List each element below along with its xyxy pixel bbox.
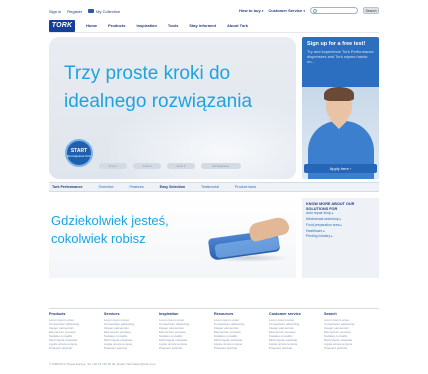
hero-section: Trzy proste kroki do idealnego rozwiązan… (49, 37, 379, 179)
section-tabs: Tork Performance Overview Features Easy … (49, 182, 379, 192)
footer-column-heading[interactable]: Inspiration (159, 312, 214, 316)
footer-column-heading[interactable]: Customer service (269, 312, 324, 316)
footer-link[interactable]: Praesent pulvinar (49, 346, 104, 350)
tork-logo[interactable]: TORK (49, 19, 75, 32)
tab-product-facts[interactable]: Product facts (235, 185, 256, 189)
page: Sign in Register My Collection How to bu… (49, 6, 379, 368)
arrow-right-icon: ▸ (339, 217, 342, 222)
tab-testimonial[interactable]: Testimonial (201, 185, 219, 189)
solution-link-auto-repair[interactable]: Auto repair shop ▸ (306, 211, 375, 216)
how-to-buy-label: How to buy (239, 8, 261, 13)
solution-link-mechanical[interactable]: Mechanical workshop ▸ (306, 217, 375, 222)
footer-column-heading[interactable]: Services (104, 312, 159, 316)
nav-item-about-tork[interactable]: About Tork (227, 23, 248, 28)
footer-links: Products Lorem ipsum amet Consectetur adip… (49, 308, 379, 354)
footer-column: Inspiration Lorem ipsum amet Consectetur a… (159, 312, 214, 354)
footer-link[interactable]: Praesent pulvinar (159, 346, 214, 350)
solutions-list-panel: KNOW MORE ABOUT OUR SOLUTIONS FOR Auto r… (302, 198, 379, 278)
apply-here-button[interactable]: Apply here › (304, 164, 377, 173)
solution-link-label: Printing industry (306, 234, 331, 239)
tab-overview[interactable]: Overview (99, 185, 114, 189)
solution-link-label: Auto repair shop (306, 211, 331, 216)
footer-column: Resources Lorem ipsum amet Consectetur adi… (214, 312, 269, 354)
hero-banner: Trzy proste kroki do idealnego rozwiązan… (49, 37, 296, 179)
solution-link-healthcare[interactable]: Healthcare ▸ (306, 229, 375, 234)
chevron-down-icon: ▾ (261, 9, 264, 13)
nav-item-products[interactable]: Products (108, 23, 125, 28)
solution-link-label: Mechanical workshop (306, 217, 339, 222)
customer-service-dropdown[interactable]: Customer Service ▾ (268, 8, 305, 13)
tab-easy-selection[interactable]: Easy Selection (160, 185, 185, 189)
arrow-right-icon: ▸ (323, 228, 325, 233)
my-collection-link[interactable]: My Collection (88, 9, 120, 14)
sign-in-link[interactable]: Sign in (49, 9, 61, 14)
start-sublabel: Rozwiązania Tork (67, 154, 91, 158)
solutions-section: Gdziekolwiek jesteś, cokolwiek robisz KN… (49, 198, 379, 278)
solution-link-printing[interactable]: Printing industry ▸ (306, 234, 375, 239)
footer-link[interactable]: Praesent pulvinar (104, 346, 159, 350)
search-button[interactable]: Search (363, 7, 379, 14)
my-collection-label: My Collection (96, 8, 121, 14)
footer-column-heading[interactable]: Products (49, 312, 104, 316)
footer-link[interactable]: Praesent pulvinar (269, 346, 324, 350)
footer-column: Services Lorem ipsum amet Consectetur adip… (104, 312, 159, 354)
footer-column: Search Lorem ipsum amet Consectetur adipis… (324, 312, 379, 354)
step-3-tab[interactable]: Krok 3 (167, 163, 195, 169)
wiping-hand-image (199, 215, 294, 264)
arrow-right-icon: ▸ (331, 211, 334, 216)
solution-link-label: Healthcare (306, 228, 323, 233)
promo-text: Try and experience Tork Performance disp… (307, 49, 374, 64)
solutions-banner: Gdziekolwiek jesteś, cokolwiek robisz (49, 198, 296, 278)
solution-link-food-prep[interactable]: Food preparation area ▸ (306, 223, 375, 228)
solutions-list-title: KNOW MORE ABOUT OUR SOLUTIONS FOR (306, 202, 355, 211)
nav-item-inspiration[interactable]: Inspiration (136, 23, 156, 28)
arrow-right-icon: ▸ (331, 234, 333, 239)
top-right-group: How to buy ▾ Customer Service ▾ Search (239, 7, 379, 14)
how-to-buy-dropdown[interactable]: How to buy ▾ (239, 8, 263, 13)
search-input[interactable] (310, 7, 358, 14)
promo-title: Sign up for a free test! (307, 41, 366, 47)
apply-label: Apply here (329, 166, 349, 171)
step-indicators: Krok 1 Krok 2 Krok 3 Rozwiązanie (99, 163, 241, 169)
footer-column-heading[interactable]: Resources (214, 312, 269, 316)
search-icon (313, 9, 317, 13)
chevron-down-icon: ▾ (303, 9, 305, 13)
copyright-text: © 2008 SCA Tissue Europe. Tel +46 31 746… (49, 362, 156, 366)
footer-link[interactable]: Praesent pulvinar (324, 346, 379, 350)
nav-item-home[interactable]: Home (86, 23, 97, 28)
solutions-title: Gdziekolwiek jesteś, cokolwiek robisz (51, 213, 169, 246)
nurse-hair (324, 87, 354, 101)
register-link[interactable]: Register (67, 9, 82, 14)
start-button[interactable]: START Rozwiązania Tork (65, 139, 93, 167)
collection-icon (88, 9, 95, 13)
footer-column: Customer service Lorem ipsum amet Consecte… (269, 312, 324, 354)
arrow-right-icon: › (348, 166, 352, 171)
main-navigation: TORK Home Products Inspiration Tools Sta… (49, 19, 379, 33)
tab-features[interactable]: Features (129, 185, 143, 189)
nav-item-stay-informed[interactable]: Stay informed (189, 23, 216, 28)
solution-link-label: Food preparation area (306, 222, 340, 227)
promo-panel: Sign up for a free test! Try and experie… (302, 37, 379, 179)
step-2-tab[interactable]: Krok 2 (133, 163, 161, 169)
solution-tab[interactable]: Rozwiązanie (201, 163, 241, 169)
step-1-tab[interactable]: Krok 1 (99, 163, 127, 169)
hero-title: Trzy proste kroki do idealnego rozwiązan… (64, 63, 253, 112)
footer-column-heading[interactable]: Search (324, 312, 379, 316)
footer-column: Products Lorem ipsum amet Consectetur adip… (49, 312, 104, 354)
customer-service-label: Customer Service (268, 8, 303, 13)
footer-link[interactable]: Praesent pulvinar (214, 346, 269, 350)
top-utility-bar: Sign in Register My Collection How to bu… (49, 6, 379, 16)
arrow-right-icon: ▸ (340, 222, 343, 227)
promo-header: Sign up for a free test! Try and experie… (302, 37, 379, 87)
nav-item-tools[interactable]: Tools (168, 23, 178, 28)
tab-tork-performance[interactable]: Tork Performance (52, 185, 83, 189)
